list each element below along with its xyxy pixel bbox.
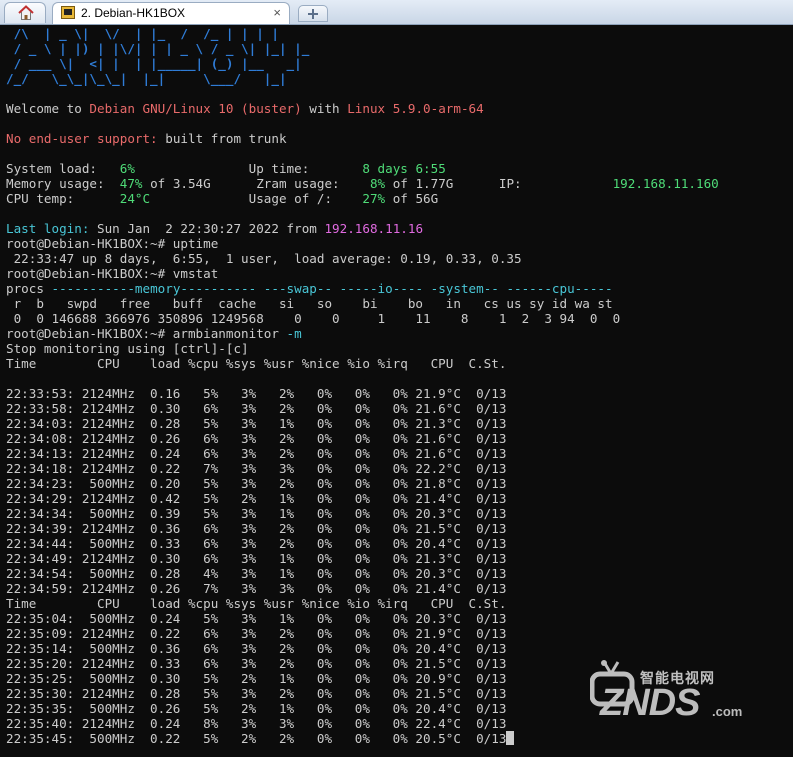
support-line: No end-user support: built from trunk bbox=[6, 131, 787, 146]
monitor-row: 22:33:58: 2124MHz 0.30 6% 3% 2% 0% 0% 0%… bbox=[6, 401, 507, 416]
monitor-row: 22:34:59: 2124MHz 0.26 7% 3% 3% 0% 0% 0%… bbox=[6, 581, 507, 596]
monitor-header: Time CPU load %cpu %sys %usr %nice %io %… bbox=[6, 356, 507, 371]
monitor-row: 22:34:23: 500MHz 0.20 5% 3% 2% 0% 0% 0% … bbox=[6, 476, 507, 491]
home-button[interactable] bbox=[4, 2, 46, 23]
stat-label: System load: bbox=[6, 161, 120, 176]
watermark-name: ZNDS bbox=[600, 682, 700, 724]
tab-title: 2. Debian-HK1BOX bbox=[81, 6, 186, 20]
monitor-row: 22:34:08: 2124MHz 0.26 6% 3% 2% 0% 0% 0%… bbox=[6, 431, 507, 446]
terminal-line: r b swpd free buff cache si so bi bo in … bbox=[6, 296, 613, 311]
monitor-row: 22:34:54: 500MHz 0.28 4% 3% 1% 0% 0% 0% … bbox=[6, 566, 507, 581]
last-login-line: Last login: Sun Jan 2 22:30:27 2022 from… bbox=[6, 221, 787, 236]
terminal-line: 22:33:47 up 8 days, 6:55, 1 user, load a… bbox=[6, 251, 522, 266]
stat-label: of 3.54G Zram usage: bbox=[142, 176, 370, 191]
logo-line: / ___ \| <| | | |_____| (_) |__ _| bbox=[6, 56, 302, 71]
stat-label: of 56G bbox=[385, 191, 439, 206]
close-icon[interactable]: × bbox=[273, 5, 281, 20]
logo-line: /\ | _ \| \/ | |_ / /_ | | | | bbox=[6, 26, 279, 41]
monitor-row: 22:35:09: 2124MHz 0.22 6% 3% 2% 0% 0% 0%… bbox=[6, 626, 507, 641]
plus-icon bbox=[308, 9, 318, 19]
cursor bbox=[506, 731, 515, 745]
stat-value: 8 days 6:55 bbox=[362, 161, 446, 176]
welcome-line: Welcome to Debian GNU/Linux 10 (buster) … bbox=[6, 101, 787, 116]
terminal-line: 0 0 146688 366976 350896 1249568 0 0 1 1… bbox=[6, 311, 621, 326]
tab-session[interactable]: 2. Debian-HK1BOX × bbox=[52, 2, 290, 24]
watermark: 智能电视网 ZNDS .com bbox=[590, 660, 760, 730]
welcome-prefix: Welcome to bbox=[6, 101, 90, 116]
stat-value: 8% bbox=[369, 176, 386, 191]
monitor-command: root@Debian-HK1BOX:~# armbianmonitor -m bbox=[6, 326, 787, 341]
monitor-row: 22:34:13: 2124MHz 0.24 6% 3% 2% 0% 0% 0%… bbox=[6, 446, 507, 461]
armbian-logo: /\ | _ \| \/ | |_ / /_ | | | | / _ \ | |… bbox=[6, 26, 787, 86]
ip-value: 192.168.11.160 bbox=[612, 176, 719, 191]
stat-label: CPU temp: bbox=[6, 191, 120, 206]
vmstat-group: -system-- bbox=[423, 281, 507, 296]
last-login-ip: 192.168.11.16 bbox=[324, 221, 424, 236]
os-name: Debian GNU/Linux 10 (buster) bbox=[89, 101, 302, 116]
stat-label: Up time: bbox=[134, 161, 363, 176]
last-login-text: Sun Jan 2 22:30:27 2022 from bbox=[89, 221, 325, 236]
terminal-line: root@Debian-HK1BOX:~# uptime bbox=[6, 236, 219, 251]
support-label: No end-user support: bbox=[6, 131, 158, 146]
watermark-domain: .com bbox=[712, 704, 743, 719]
stat-label: Usage of /: bbox=[150, 191, 363, 206]
monitor-row: 22:35:04: 500MHz 0.24 5% 3% 1% 0% 0% 0% … bbox=[6, 611, 507, 626]
command-flag: -m bbox=[286, 326, 302, 341]
terminal-icon bbox=[61, 6, 75, 19]
terminal-output[interactable]: /\ | _ \| \/ | |_ / /_ | | | | / _ \ | |… bbox=[6, 26, 787, 757]
monitor-row-text: 22:35:45: 500MHz 0.22 5% 2% 2% 0% 0% 0% … bbox=[6, 731, 507, 746]
stat-value: 24°C bbox=[119, 191, 151, 206]
monitor-row: 22:35:14: 500MHz 0.36 6% 3% 2% 0% 0% 0% … bbox=[6, 641, 507, 656]
tab-bar: 2. Debian-HK1BOX × bbox=[0, 0, 793, 25]
terminal-line: root@Debian-HK1BOX:~# vmstat bbox=[6, 266, 219, 281]
stat-line: System load: 6% Up time: 8 days 6:55 bbox=[6, 161, 787, 176]
stat-value: 27% bbox=[362, 191, 386, 206]
logo-line: /_/ \_\_|\_\_| |_| \___/ |_| bbox=[6, 71, 287, 86]
monitor-row: 22:34:03: 2124MHz 0.28 5% 3% 1% 0% 0% 0%… bbox=[6, 416, 507, 431]
monitor-row: 22:34:29: 2124MHz 0.42 5% 2% 1% 0% 0% 0%… bbox=[6, 491, 507, 506]
terminal-line: Stop monitoring using [ctrl]-[c] bbox=[6, 341, 249, 356]
last-login-label: Last login: bbox=[6, 221, 90, 236]
monitor-row-last: 22:35:45: 500MHz 0.22 5% 2% 2% 0% 0% 0% … bbox=[6, 731, 787, 746]
monitor-row: 22:34:44: 500MHz 0.33 6% 3% 2% 0% 0% 0% … bbox=[6, 536, 507, 551]
stat-value: 47% bbox=[119, 176, 143, 191]
logo-line: / _ \ | |) | |\/| | | _ \ / _ \| |_| |_ bbox=[6, 41, 310, 56]
monitor-row: 22:34:49: 2124MHz 0.30 6% 3% 1% 0% 0% 0%… bbox=[6, 551, 507, 566]
vmstat-group: -----------memory---------- bbox=[51, 281, 257, 296]
monitor-row: 22:34:39: 2124MHz 0.36 6% 3% 2% 0% 0% 0%… bbox=[6, 521, 507, 536]
vmstat-groups: procs -----------memory---------- ---swa… bbox=[6, 281, 787, 296]
welcome-mid: with bbox=[301, 101, 348, 116]
kernel-name: Linux 5.9.0-arm-64 bbox=[347, 101, 484, 116]
monitor-row: 22:33:53: 2124MHz 0.16 5% 3% 2% 0% 0% 0%… bbox=[6, 386, 507, 401]
monitor-row: 22:34:34: 500MHz 0.39 5% 3% 1% 0% 0% 0% … bbox=[6, 506, 507, 521]
vmstat-group: procs bbox=[6, 281, 52, 296]
new-tab-button[interactable] bbox=[298, 5, 328, 22]
vmstat-group: -----io---- bbox=[339, 281, 424, 296]
vmstat-group: ------cpu----- bbox=[506, 281, 613, 296]
stat-label: Memory usage: bbox=[6, 176, 120, 191]
stat-label: of 1.77G IP: bbox=[385, 176, 613, 191]
monitor-header: Time CPU load %cpu %sys %usr %nice %io %… bbox=[6, 596, 507, 611]
stat-value: 6% bbox=[119, 161, 135, 176]
vmstat-group: ---swap-- bbox=[256, 281, 340, 296]
command-text: root@Debian-HK1BOX:~# armbianmonitor bbox=[6, 326, 287, 341]
stat-line: Memory usage: 47% of 3.54G Zram usage: 8… bbox=[6, 176, 787, 191]
stat-line: CPU temp: 24°C Usage of /: 27% of 56G bbox=[6, 191, 787, 206]
monitor-row: 22:34:18: 2124MHz 0.22 7% 3% 3% 0% 0% 0%… bbox=[6, 461, 507, 476]
home-icon bbox=[18, 5, 34, 20]
support-text: built from trunk bbox=[157, 131, 287, 146]
monitor-rows: 22:33:53: 2124MHz 0.16 5% 3% 2% 0% 0% 0%… bbox=[6, 386, 787, 596]
